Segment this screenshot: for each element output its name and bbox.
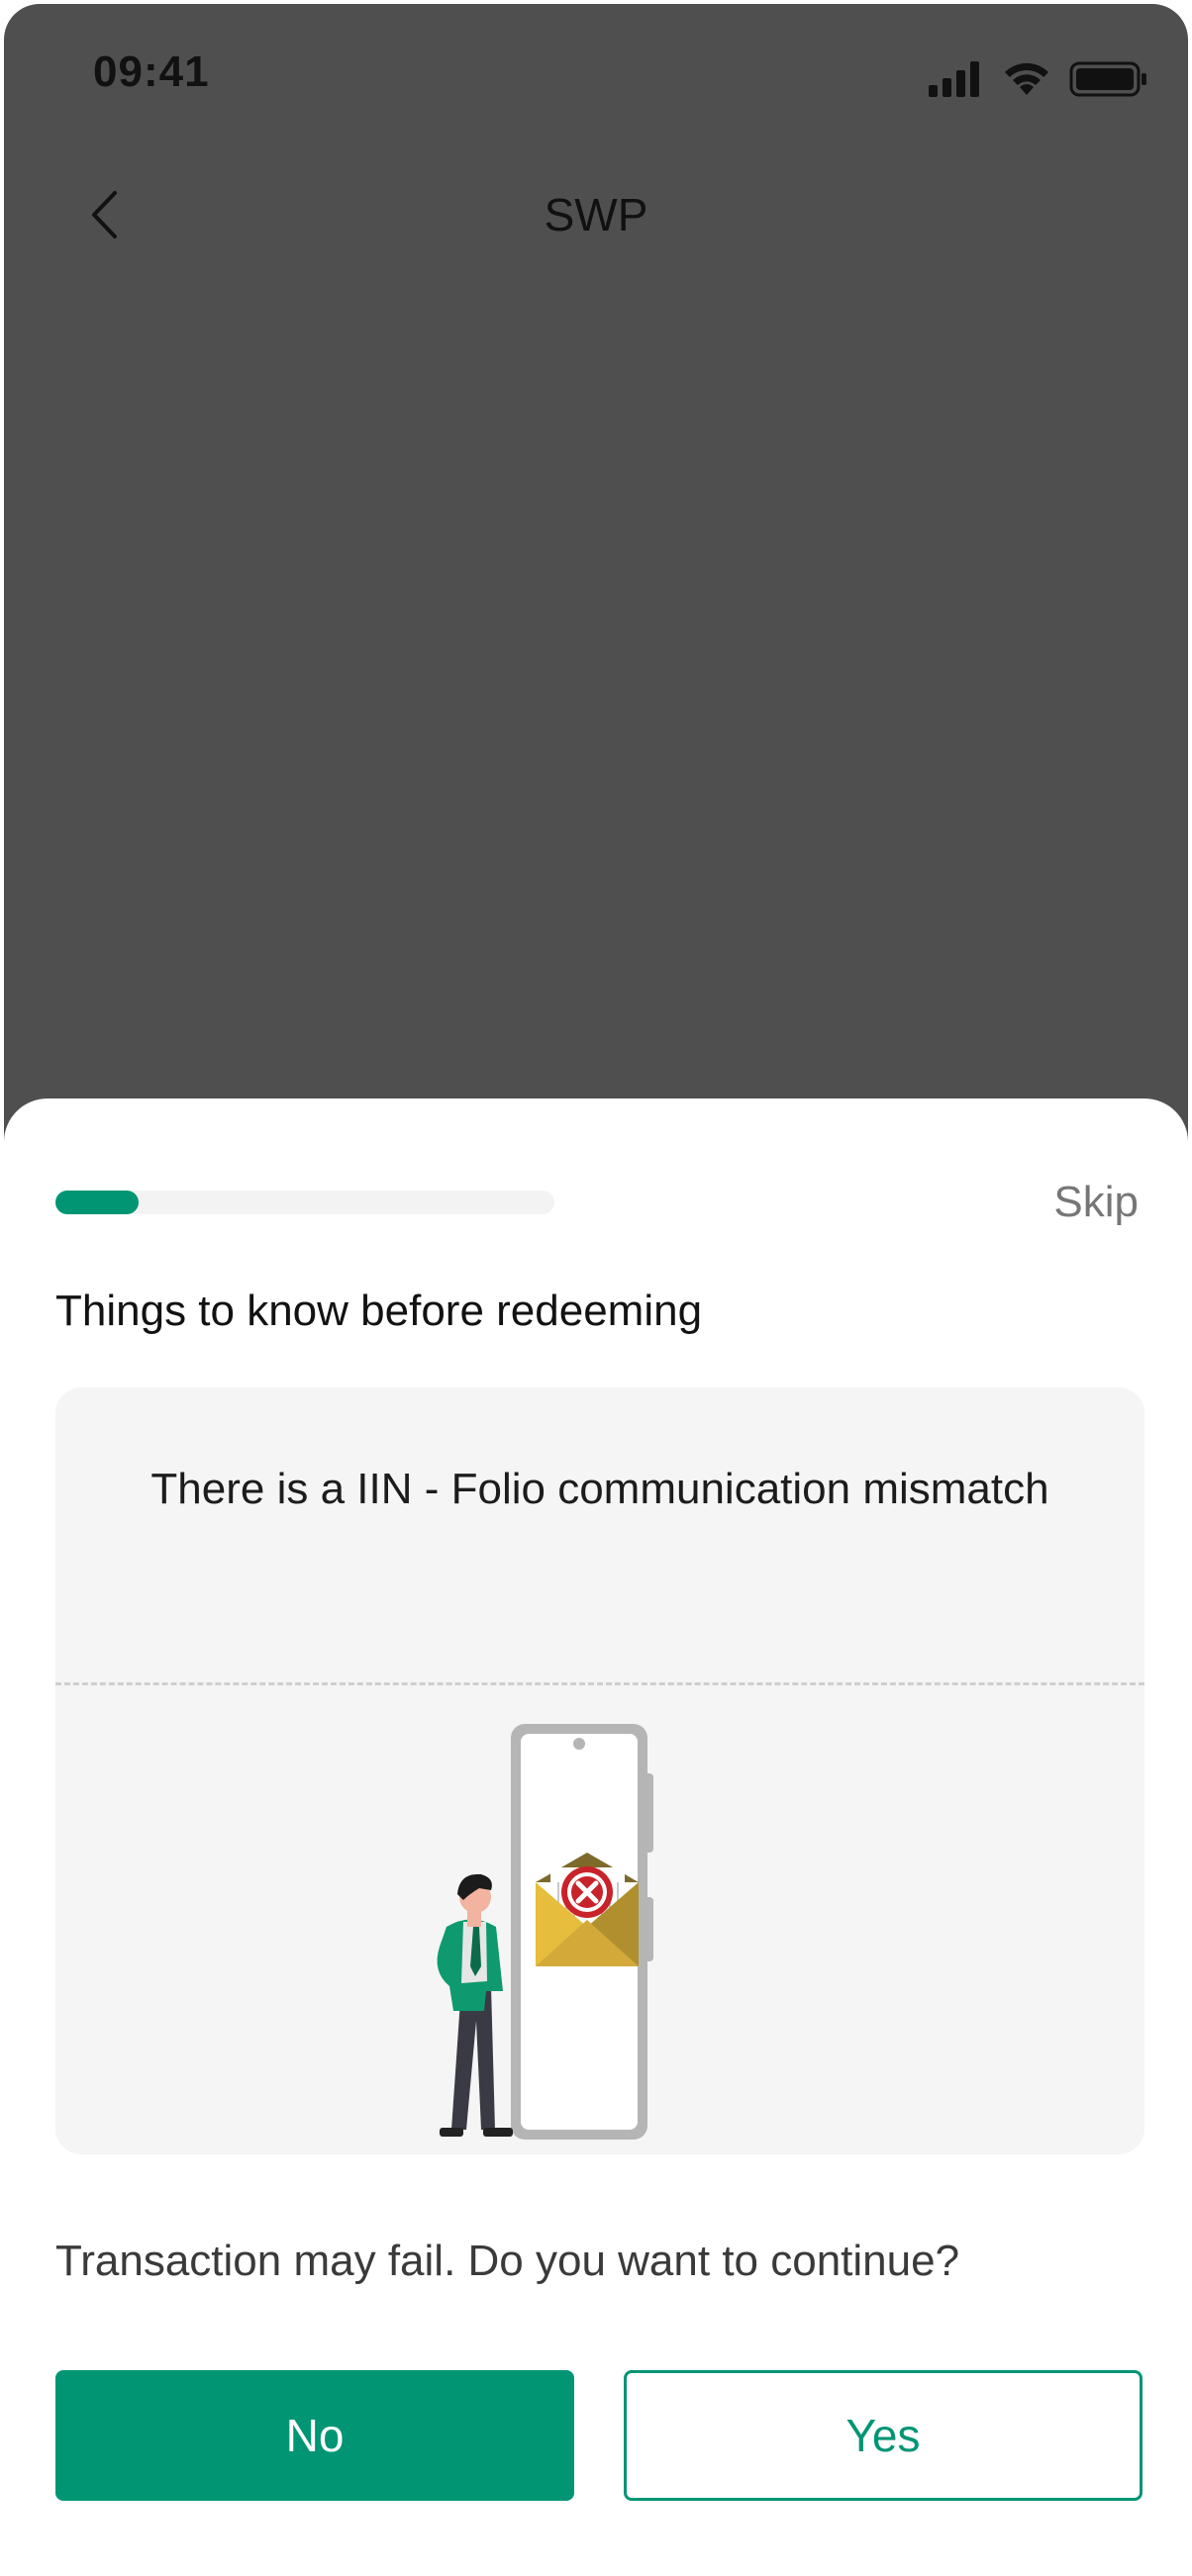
skip-button[interactable]: Skip bbox=[1053, 1178, 1139, 1227]
yes-button[interactable]: Yes bbox=[624, 2370, 1142, 2501]
app-header: SWP bbox=[4, 162, 1188, 271]
phone-screen: 09:41 SWP Skip Things to know before red… bbox=[0, 0, 1192, 2576]
wifi-icon bbox=[1005, 62, 1048, 95]
status-time: 09:41 bbox=[93, 48, 210, 96]
bottom-sheet: Skip Things to know before redeeming The… bbox=[4, 1098, 1188, 2573]
info-card: There is a IIN - Folio communication mis… bbox=[55, 1387, 1144, 2154]
person-illustration bbox=[437, 1873, 513, 2137]
cellular-signal-icon bbox=[929, 61, 979, 97]
dimmed-background-overlay[interactable]: 09:41 SWP bbox=[4, 4, 1188, 1231]
envelope-illustration bbox=[536, 1853, 639, 1966]
sheet-title: Things to know before redeeming bbox=[55, 1287, 703, 1335]
mail-error-illustration bbox=[437, 1724, 653, 2140]
status-icons bbox=[929, 59, 1148, 99]
page-title: SWP bbox=[544, 189, 648, 240]
status-bar: 09:41 bbox=[4, 4, 1188, 152]
no-button[interactable]: No bbox=[55, 2370, 574, 2501]
progress-bar-fill bbox=[55, 1191, 140, 1214]
card-title: There is a IIN - Folio communication mis… bbox=[150, 1465, 1049, 1513]
card-divider bbox=[55, 1682, 1144, 1685]
confirmation-question: Transaction may fail. Do you want to con… bbox=[55, 2237, 960, 2285]
battery-icon bbox=[1069, 61, 1146, 97]
progress-bar bbox=[55, 1191, 554, 1214]
